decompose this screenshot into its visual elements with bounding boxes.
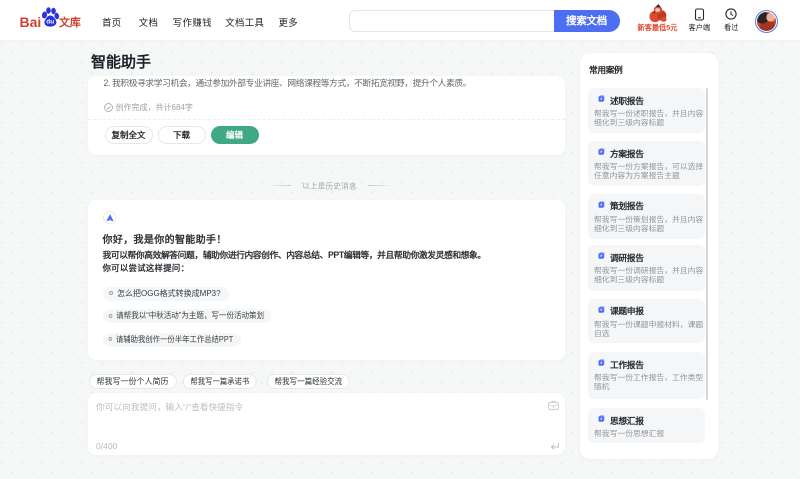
svg-text:du: du [46, 18, 54, 25]
